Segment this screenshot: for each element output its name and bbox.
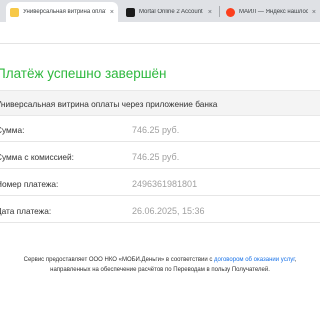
- row-label: Сумма с комиссией:: [0, 152, 74, 162]
- footer-text: ,: [294, 257, 297, 263]
- tab-title: Mortal Online 2 Account: [139, 9, 203, 15]
- tab-separator: [219, 6, 220, 17]
- row-label: Сумма:: [0, 125, 25, 135]
- close-tab-icon[interactable]: ×: [208, 9, 212, 16]
- footer-text: Сервис предоставляет ООО НКО «МОБИ.Деньг…: [23, 257, 215, 263]
- browser-tab-bar: Универсальная витрина оплаты × Mortal On…: [0, 0, 320, 22]
- page-title: Платёж успешно завершён: [0, 66, 167, 81]
- detail-row-amount: Сумма: 746.25 руб.: [0, 116, 320, 142]
- close-tab-icon[interactable]: ×: [110, 9, 114, 16]
- close-tab-icon[interactable]: ×: [312, 9, 316, 16]
- detail-row-payment-number: Номер платежа: 2496361981801: [0, 170, 320, 196]
- row-value: 26.06.2025, 15:36: [132, 206, 205, 216]
- tab-payment-showcase[interactable]: Универсальная витрина оплаты ×: [6, 2, 118, 22]
- tab-mortal-online[interactable]: Mortal Online 2 Account ×: [122, 2, 216, 22]
- browser-toolbar: [0, 22, 320, 44]
- footer-line-1: Сервис предоставляет ООО НКО «МОБИ.Деньг…: [0, 255, 320, 265]
- page-subtitle: Универсальная витрина оплаты через прило…: [0, 99, 218, 109]
- tab-title: МАЙЛ — Яндекс нашлось: [239, 9, 308, 15]
- row-label: Номер платежа:: [0, 179, 59, 189]
- payment-site-favicon-icon: [10, 7, 19, 17]
- service-agreement-link[interactable]: договором об оказании услуг: [214, 257, 295, 263]
- row-value: 746.25 руб.: [132, 125, 180, 135]
- mortal-online-favicon-icon: [126, 7, 135, 17]
- tab-yandex-search[interactable]: МАЙЛ — Яндекс нашлось ×: [222, 2, 320, 22]
- detail-row-payment-date: Дата платежа: 26.06.2025, 15:36: [0, 197, 320, 223]
- subtitle-band: Универсальная витрина оплаты через прило…: [0, 90, 320, 116]
- row-label: Дата платежа:: [0, 206, 52, 216]
- footer-legal-text: Сервис предоставляет ООО НКО «МОБИ.Деньг…: [0, 255, 320, 275]
- footer-line-2: направленных на обеспечение расчётов по …: [50, 267, 270, 273]
- detail-row-amount-with-fee: Сумма с комиссией: 746.25 руб.: [0, 143, 320, 169]
- tab-title: Универсальная витрина оплаты: [23, 9, 106, 15]
- row-value: 2496361981801: [132, 179, 198, 189]
- row-value: 746.25 руб.: [132, 152, 180, 162]
- yandex-favicon-icon: [226, 7, 235, 17]
